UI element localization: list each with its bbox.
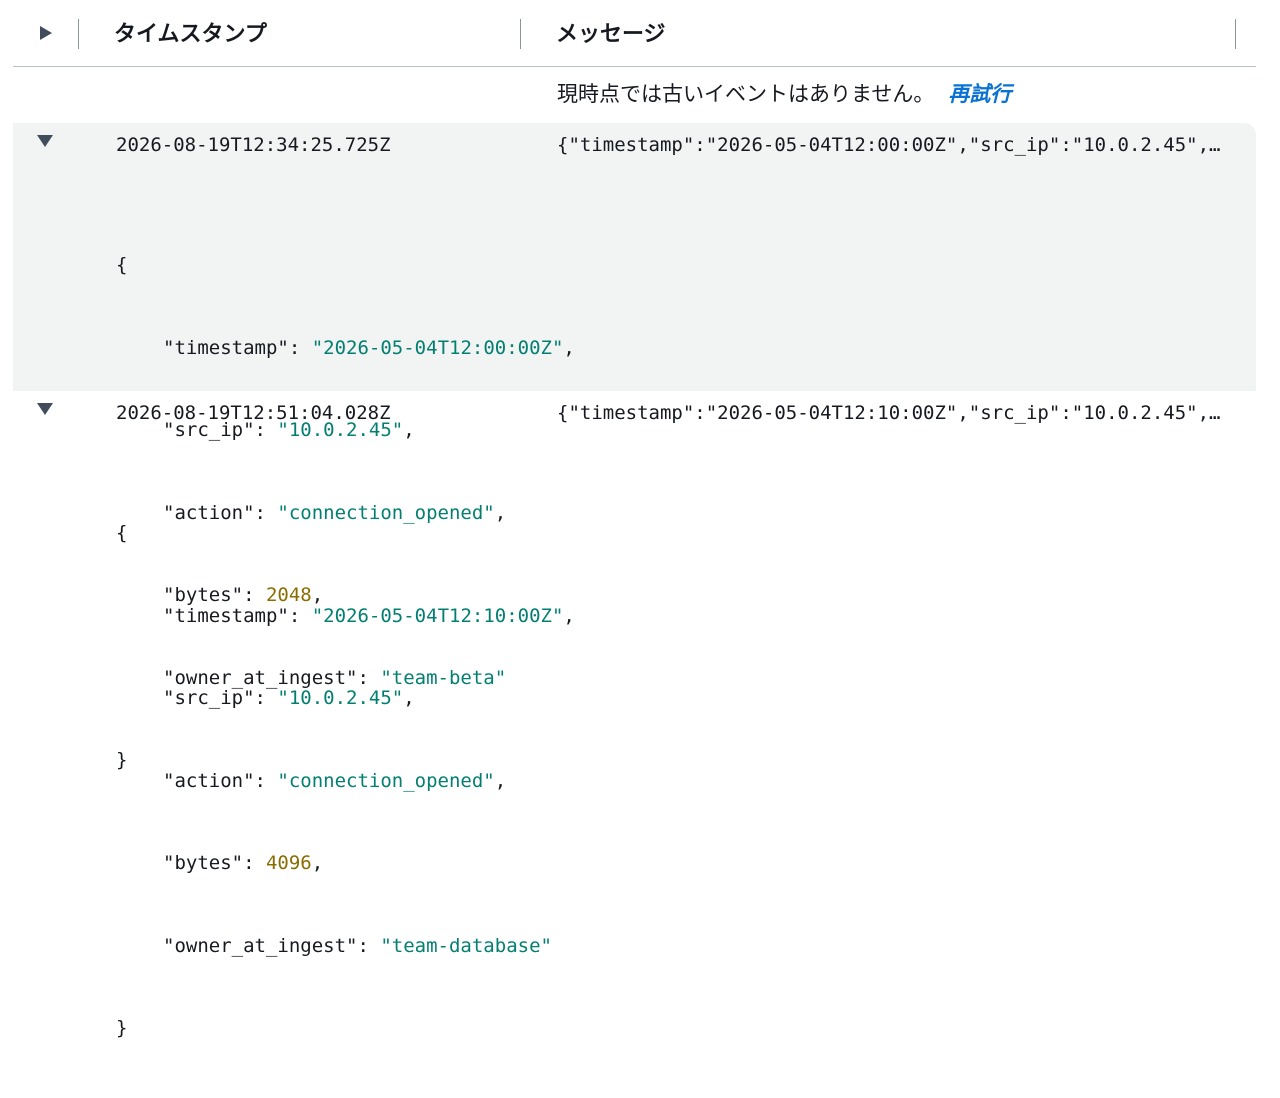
- json-field: "action": "connection_opened",: [163, 769, 507, 792]
- json-field: "timestamp": "2026-05-04T12:10:00Z",: [163, 604, 575, 627]
- log-event-row[interactable]: 2026-08-19T12:51:04.028Z {"timestamp":"2…: [13, 391, 1256, 1039]
- column-resize-handle[interactable]: [520, 19, 521, 49]
- expand-all-caret-icon[interactable]: [40, 26, 52, 40]
- json-field: "bytes": 4096,: [163, 852, 324, 874]
- column-divider: [78, 19, 79, 49]
- status-message-line: 現時点では古いイベントはありません。 再試行: [557, 79, 1011, 109]
- json-field: "timestamp": "2026-05-04T12:00:00Z",: [163, 336, 575, 359]
- no-older-events-text: 現時点では古いイベントはありません。: [557, 82, 935, 106]
- json-open-brace: {: [116, 522, 128, 544]
- json-close-brace: }: [116, 1017, 128, 1039]
- json-field: "owner_at_ingest": "team-database": [163, 934, 552, 957]
- column-header-timestamp[interactable]: タイムスタンプ: [114, 20, 267, 50]
- retry-link[interactable]: 再試行: [948, 82, 1011, 106]
- collapse-caret-icon[interactable]: [37, 135, 53, 147]
- table-header: タイムスタンプ メッセージ: [13, 0, 1256, 67]
- column-resize-handle[interactable]: [1235, 19, 1236, 49]
- event-json-detail: { "timestamp": "2026-05-04T12:10:00Z", "…: [116, 465, 575, 1098]
- column-header-message[interactable]: メッセージ: [556, 20, 666, 50]
- json-open-brace: {: [116, 254, 128, 276]
- event-message-preview[interactable]: {"timestamp":"2026-05-04T12:00:00Z","src…: [557, 132, 1229, 158]
- log-event-row[interactable]: 2026-08-19T12:34:25.725Z {"timestamp":"2…: [13, 123, 1256, 771]
- event-timestamp: 2026-08-19T12:51:04.028Z: [116, 402, 391, 424]
- event-message-preview[interactable]: {"timestamp":"2026-05-04T12:10:00Z","src…: [557, 400, 1229, 426]
- json-field: "src_ip": "10.0.2.45",: [163, 687, 415, 709]
- collapse-caret-icon[interactable]: [37, 403, 53, 415]
- event-timestamp: 2026-08-19T12:34:25.725Z: [116, 134, 391, 156]
